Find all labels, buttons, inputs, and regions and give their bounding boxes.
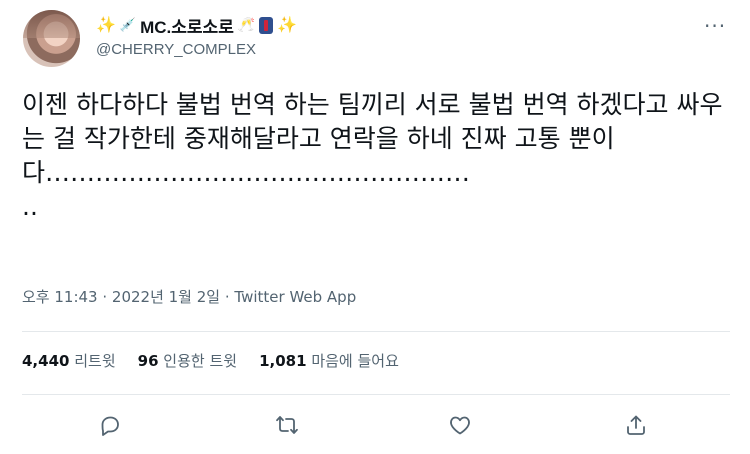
- likes-count: 1,081: [259, 352, 307, 370]
- avatar[interactable]: [23, 10, 80, 67]
- share-button[interactable]: [621, 410, 651, 440]
- retweets-stat[interactable]: 4,440 리트윗: [22, 350, 116, 371]
- likes-stat[interactable]: 1,081 마음에 들어요: [259, 350, 399, 371]
- retweet-button[interactable]: [272, 410, 302, 440]
- reply-button[interactable]: [95, 410, 125, 440]
- cheers-icon: 🥂: [237, 17, 256, 33]
- like-button[interactable]: [445, 410, 475, 440]
- retweets-label: 리트윗: [74, 352, 116, 370]
- author-handle[interactable]: @CHERRY_COMPLEX: [96, 41, 256, 58]
- retweets-count: 4,440: [22, 352, 70, 370]
- likes-label: 마음에 들어요: [311, 352, 399, 370]
- divider: [22, 331, 730, 332]
- heart-icon: [450, 416, 470, 435]
- display-name[interactable]: MC.소로소로: [140, 13, 234, 38]
- tweet-timestamp[interactable]: 오후 11:43 · 2022년 1월 2일 · Twitter Web App: [22, 286, 356, 307]
- tie-icon: [259, 16, 274, 34]
- syringe-icon: 💉: [119, 17, 137, 33]
- share-icon: [627, 415, 645, 435]
- reply-icon: [101, 416, 119, 436]
- sparkle-icon: ✨: [96, 15, 116, 34]
- quotes-label: 인용한 트윗: [163, 352, 238, 370]
- more-icon[interactable]: ···: [704, 14, 726, 38]
- quotes-stat[interactable]: 96 인용한 트윗: [138, 350, 237, 371]
- tweet-text: 이젠 하다하다 불법 번역 하는 팀끼리 서로 불법 번역 하겠다고 싸우는 걸…: [22, 90, 723, 221]
- author-name-line[interactable]: ✨ 💉 MC.소로소로 🥂 ✨: [96, 13, 297, 37]
- retweet-icon: [276, 416, 298, 434]
- quotes-count: 96: [137, 352, 159, 370]
- engagement-stats: 4,440 리트윗 96 인용한 트윗 1,081 마음에 들어요: [22, 350, 399, 371]
- divider: [22, 394, 730, 395]
- action-bar: [0, 410, 750, 442]
- sparkle-icon: ✨: [277, 15, 298, 34]
